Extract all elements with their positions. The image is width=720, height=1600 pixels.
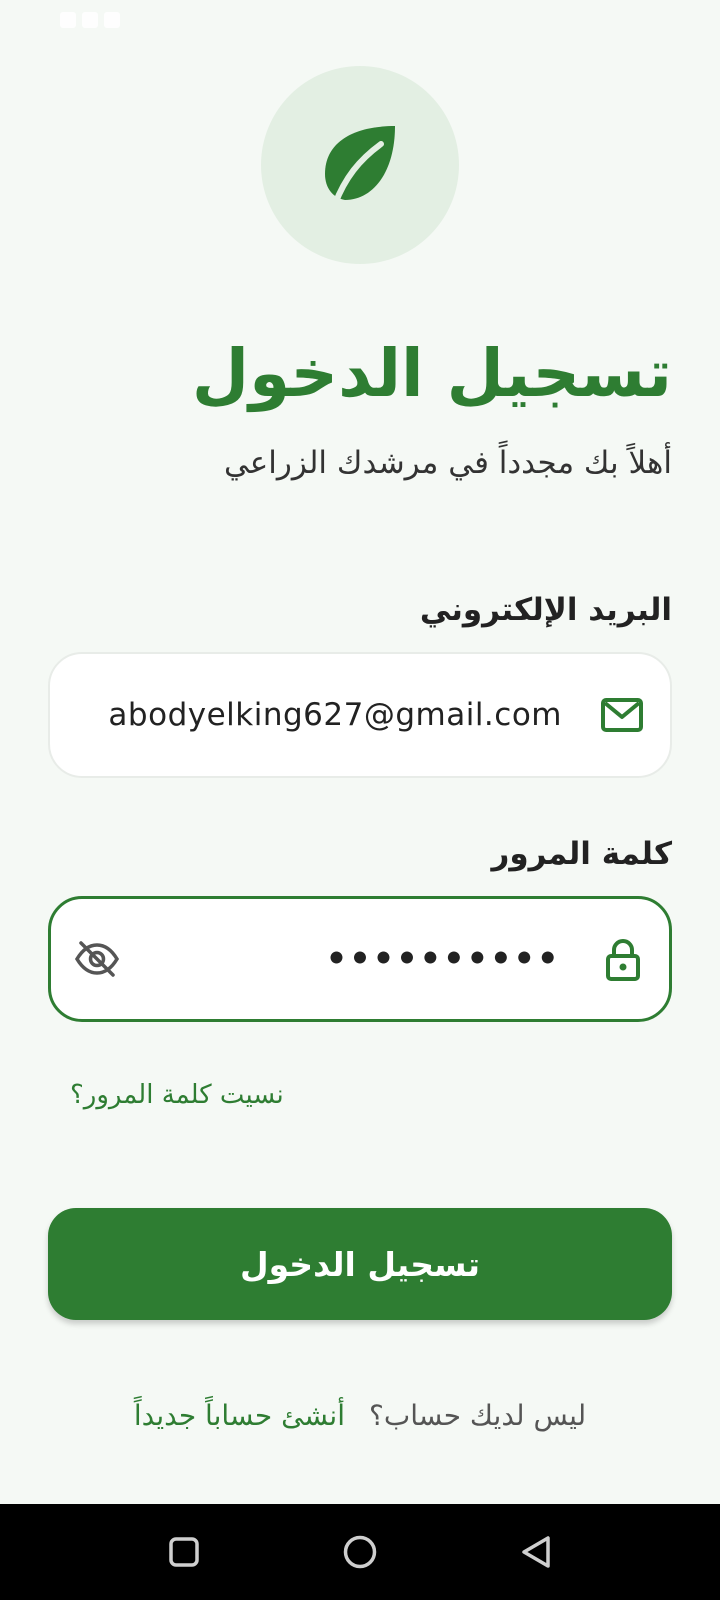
status-icon bbox=[82, 12, 98, 28]
status-icons bbox=[60, 12, 120, 28]
circle-icon bbox=[343, 1535, 377, 1569]
eye-off-icon[interactable] bbox=[73, 899, 121, 1019]
signup-prompt: ليس لديك حساب؟ bbox=[368, 1399, 587, 1432]
home-button[interactable] bbox=[320, 1504, 400, 1600]
create-account-link[interactable]: أنشئ حساباً جديداً bbox=[134, 1394, 345, 1438]
login-screen: تسجيل الدخول أهلاً بك مجدداً في مرشدك ال… bbox=[0, 0, 720, 1600]
app-logo bbox=[261, 66, 459, 264]
mail-icon bbox=[600, 654, 644, 776]
triangle-back-icon bbox=[522, 1536, 550, 1568]
signup-row: ليس لديك حساب؟ أنشئ حساباً جديداً bbox=[0, 1394, 720, 1438]
password-label: كلمة المرور bbox=[491, 836, 672, 872]
status-bar bbox=[0, 0, 720, 48]
square-icon bbox=[169, 1537, 199, 1567]
recents-button[interactable] bbox=[144, 1504, 224, 1600]
password-value: •••••••••• bbox=[326, 939, 561, 979]
login-button[interactable]: تسجيل الدخول bbox=[48, 1208, 672, 1320]
status-icon bbox=[104, 12, 120, 28]
lock-icon bbox=[605, 899, 641, 1019]
forgot-password-link[interactable]: نسيت كلمة المرور؟ bbox=[70, 1076, 284, 1114]
system-nav-bar bbox=[0, 1504, 720, 1600]
email-value: abodyelking627@gmail.com bbox=[108, 697, 562, 733]
page-title: تسجيل الدخول bbox=[191, 335, 672, 412]
status-icon bbox=[60, 12, 76, 28]
email-field[interactable]: abodyelking627@gmail.com bbox=[48, 652, 672, 778]
back-button[interactable] bbox=[496, 1504, 576, 1600]
password-field[interactable]: •••••••••• bbox=[48, 896, 672, 1022]
email-label: البريد الإلكتروني bbox=[419, 592, 672, 628]
page-subtitle: أهلاً بك مجدداً في مرشدك الزراعي bbox=[223, 445, 672, 481]
leaf-icon bbox=[325, 126, 395, 207]
